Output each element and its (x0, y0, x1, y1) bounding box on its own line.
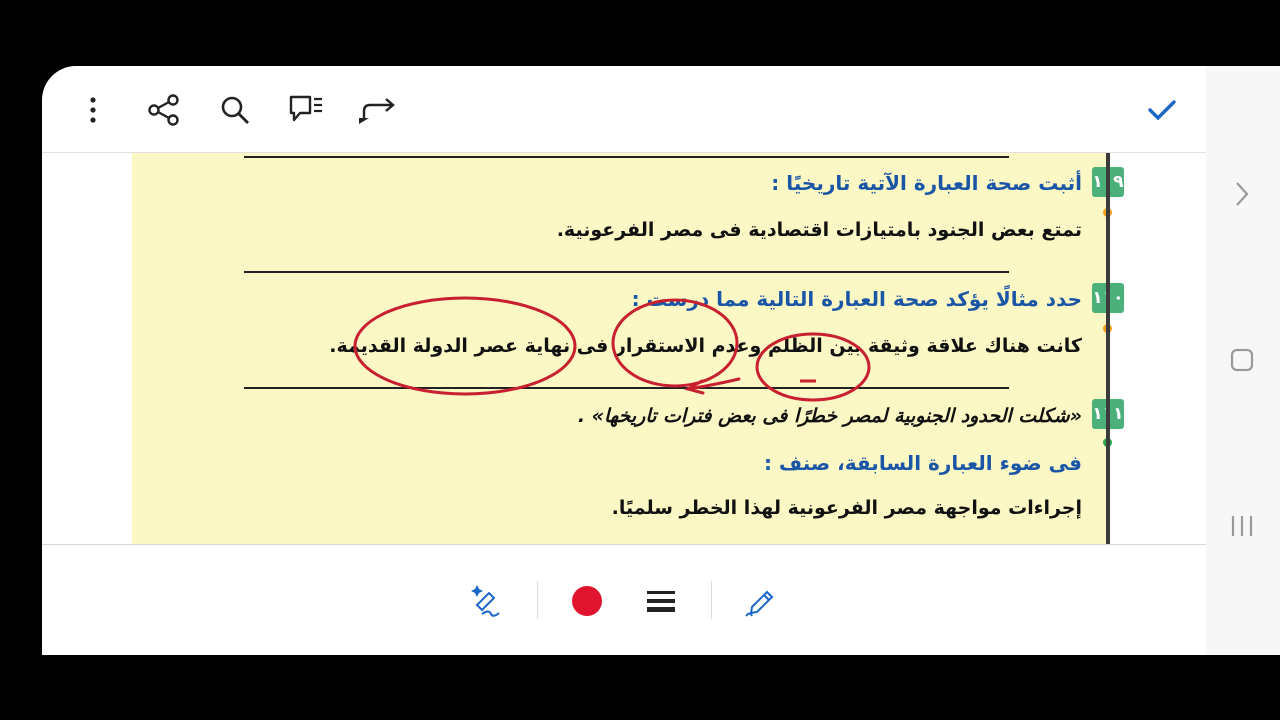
question-statement: تمتع بعض الجنود بامتيازات اقتصادية فى مص… (556, 219, 1082, 241)
separator-line (244, 271, 1009, 273)
home-icon[interactable] (1222, 340, 1262, 380)
comment-icon[interactable] (284, 88, 328, 132)
textbook-page: ١٠٩ أثبت صحة العبارة الآتية تاريخيًا : ت… (132, 153, 1124, 544)
question-prompt: حدد مثالًا يؤكد صحة العبارة التالية مما … (631, 287, 1082, 311)
top-toolbar (42, 66, 1206, 152)
recents-icon[interactable] (1222, 506, 1262, 546)
drawing-toolbar (42, 545, 1206, 655)
share-icon[interactable] (142, 88, 186, 132)
stroke-width-icon[interactable] (641, 581, 681, 621)
check-icon[interactable] (1140, 88, 1184, 132)
separator-line (244, 387, 1009, 389)
question-statement: كانت هناك علاقة وثيقة بين الظلم وعدم الا… (329, 335, 1082, 357)
chevron-right-icon[interactable] (1222, 174, 1262, 214)
pen-icon[interactable] (740, 581, 780, 621)
color-red-swatch[interactable] (567, 581, 607, 621)
search-icon[interactable] (213, 88, 257, 132)
question-statement: إجراءات مواجهة مصر الفرعونية لهذا الخطر … (611, 497, 1082, 519)
redo-icon[interactable] (355, 88, 399, 132)
question-prompt: فى ضوء العبارة السابقة، صنف : (763, 451, 1082, 475)
document-view[interactable]: ١٠٩ أثبت صحة العبارة الآتية تاريخيًا : ت… (42, 153, 1206, 544)
more-vertical-icon[interactable] (71, 88, 115, 132)
separator-line (244, 156, 1009, 158)
magic-pen-icon[interactable] (467, 581, 507, 621)
question-quote: «شكلت الحدود الجنوبية لمصر خطرًا فى بعض … (577, 405, 1082, 427)
question-prompt: أثبت صحة العبارة الآتية تاريخيًا : (771, 171, 1082, 195)
